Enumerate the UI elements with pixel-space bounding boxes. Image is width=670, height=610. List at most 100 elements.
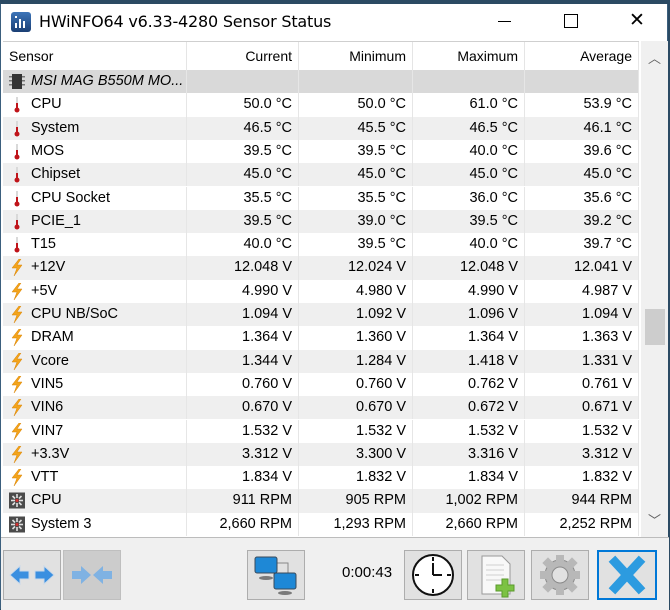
sensor-row[interactable]: System 46.5 °C 45.5 °C 46.5 °C 46.1 °C bbox=[3, 116, 639, 140]
sensor-name-cell: VIN6 bbox=[3, 396, 187, 420]
sensor-name-cell: +5V bbox=[3, 279, 187, 303]
value-current: 39.5 °C bbox=[187, 209, 299, 234]
expand-columns-button[interactable] bbox=[3, 550, 61, 600]
sensor-name: VTT bbox=[31, 469, 59, 486]
sensor-row[interactable]: CPU NB/SoC 1.094 V 1.092 V 1.096 V 1.094 V bbox=[3, 303, 639, 327]
value-minimum: 1.284 V bbox=[299, 349, 413, 373]
sensor-row[interactable]: VIN7 1.532 V 1.532 V 1.532 V 1.532 V bbox=[3, 419, 639, 443]
close-sensors-button[interactable] bbox=[597, 550, 657, 600]
title-bar[interactable]: HWiNFO64 v6.33-4280 Sensor Status ✕ bbox=[1, 4, 667, 41]
value-average: 1.532 V bbox=[525, 419, 639, 443]
sensor-group-row[interactable]: MSI MAG B550M MO... bbox=[3, 70, 639, 94]
sensor-row[interactable]: VIN5 0.760 V 0.760 V 0.762 V 0.761 V bbox=[3, 372, 639, 397]
sensor-name: DRAM bbox=[31, 329, 74, 346]
sensor-row[interactable]: PCIE_1 39.5 °C 39.0 °C 39.5 °C 39.2 °C bbox=[3, 209, 639, 234]
add-log-icon bbox=[481, 555, 515, 598]
value-average: 0.671 V bbox=[525, 396, 639, 420]
sensor-row[interactable]: Chipset 45.0 °C 45.0 °C 45.0 °C 45.0 °C bbox=[3, 163, 639, 187]
sensor-row[interactable]: T15 40.0 °C 39.5 °C 40.0 °C 39.7 °C bbox=[3, 233, 639, 257]
hwinfo-app-icon bbox=[11, 12, 31, 32]
network-button[interactable] bbox=[247, 550, 305, 600]
sensor-name: Chipset bbox=[31, 166, 81, 183]
value-current: 1.834 V bbox=[187, 466, 299, 490]
sensor-row[interactable]: Vcore 1.344 V 1.284 V 1.418 V 1.331 V bbox=[3, 349, 639, 373]
column-header-current[interactable]: Current bbox=[187, 42, 299, 70]
value-average: 39.2 °C bbox=[525, 209, 639, 234]
sensor-name: MOS bbox=[31, 142, 65, 159]
column-header-sensor[interactable]: Sensor bbox=[3, 42, 187, 70]
sensor-row[interactable]: VTT 1.834 V 1.832 V 1.834 V 1.832 V bbox=[3, 466, 639, 490]
sensor-row[interactable]: +12V 12.048 V 12.024 V 12.048 V 12.041 V bbox=[3, 256, 639, 280]
sensor-name-cell: MOS bbox=[3, 139, 187, 164]
sensor-row[interactable]: +3.3V 3.312 V 3.300 V 3.316 V 3.312 V bbox=[3, 442, 639, 467]
sensor-row[interactable]: System 3 2,660 RPM 1,293 RPM 2,660 RPM 2,252… bbox=[3, 512, 639, 536]
value-maximum: 45.0 °C bbox=[413, 163, 525, 187]
scroll-up-button[interactable]: ︿ bbox=[641, 49, 668, 71]
value-maximum bbox=[413, 70, 525, 94]
value-maximum: 61.0 °C bbox=[413, 93, 525, 117]
sensor-name: VIN6 bbox=[31, 399, 64, 416]
maximize-icon bbox=[564, 14, 578, 28]
column-header-maximum[interactable]: Maximum bbox=[413, 42, 525, 70]
value-maximum: 39.5 °C bbox=[413, 209, 525, 234]
settings-button[interactable] bbox=[531, 550, 589, 600]
value-maximum: 36.0 °C bbox=[413, 186, 525, 210]
value-average: 3.312 V bbox=[525, 442, 639, 467]
sensor-name-cell: CPU bbox=[3, 489, 187, 513]
sensor-name: VIN5 bbox=[31, 375, 64, 392]
sensor-name-cell: Vcore bbox=[3, 349, 187, 373]
network-computers-icon bbox=[254, 556, 297, 595]
value-minimum: 50.0 °C bbox=[299, 93, 413, 117]
vertical-scrollbar[interactable]: ︿ ﹀ bbox=[641, 41, 668, 537]
sensor-name-cell: CPU bbox=[3, 93, 187, 117]
value-average bbox=[525, 70, 639, 94]
sensor-name: +5V bbox=[31, 282, 58, 299]
value-current: 46.5 °C bbox=[187, 116, 299, 140]
sensor-row[interactable]: VIN6 0.670 V 0.670 V 0.672 V 0.671 V bbox=[3, 396, 639, 420]
value-current: 911 RPM bbox=[187, 489, 299, 513]
close-window-button[interactable]: ✕ bbox=[613, 4, 659, 38]
table-header: Sensor Current Minimum Maximum Average bbox=[3, 42, 639, 70]
reset-clock-button[interactable] bbox=[404, 550, 462, 600]
sensor-row[interactable]: MOS 39.5 °C 39.5 °C 40.0 °C 39.6 °C bbox=[3, 139, 639, 164]
sensor-row[interactable]: CPU 50.0 °C 50.0 °C 61.0 °C 53.9 °C bbox=[3, 93, 639, 117]
sensor-row[interactable]: CPU Socket 35.5 °C 35.5 °C 36.0 °C 35.6 °C bbox=[3, 186, 639, 210]
minimize-button[interactable] bbox=[481, 4, 527, 38]
value-maximum: 1.096 V bbox=[413, 303, 525, 327]
value-maximum: 40.0 °C bbox=[413, 233, 525, 257]
sensor-row[interactable]: CPU 911 RPM 905 RPM 1,002 RPM 944 RPM bbox=[3, 489, 639, 513]
scroll-down-button[interactable]: ﹀ bbox=[641, 511, 668, 533]
value-current: 40.0 °C bbox=[187, 233, 299, 257]
value-minimum: 3.300 V bbox=[299, 442, 413, 467]
value-average: 53.9 °C bbox=[525, 93, 639, 117]
value-minimum: 39.5 °C bbox=[299, 233, 413, 257]
value-maximum: 4.990 V bbox=[413, 279, 525, 303]
value-current: 0.760 V bbox=[187, 372, 299, 397]
blue-x-icon bbox=[608, 555, 646, 595]
sensor-name-cell: MSI MAG B550M MO... bbox=[3, 70, 187, 94]
collapse-columns-button[interactable] bbox=[63, 550, 121, 600]
value-average: 1.363 V bbox=[525, 326, 639, 350]
sensor-row[interactable]: DRAM 1.364 V 1.360 V 1.364 V 1.363 V bbox=[3, 326, 639, 350]
value-average: 0.761 V bbox=[525, 372, 639, 397]
value-minimum: 905 RPM bbox=[299, 489, 413, 513]
sensor-name: T15 bbox=[31, 236, 56, 253]
sensor-name-cell: CPU Socket bbox=[3, 186, 187, 210]
chevron-down-icon: ﹀ bbox=[647, 514, 661, 529]
value-minimum: 1,293 RPM bbox=[299, 512, 413, 536]
value-average: 46.1 °C bbox=[525, 116, 639, 140]
sensor-row[interactable]: +5V 4.990 V 4.980 V 4.990 V 4.987 V bbox=[3, 279, 639, 303]
maximize-button[interactable] bbox=[547, 4, 593, 38]
sensor-name: Vcore bbox=[31, 352, 69, 369]
column-header-average[interactable]: Average bbox=[525, 42, 639, 70]
value-maximum: 1.532 V bbox=[413, 419, 525, 443]
value-maximum: 1.418 V bbox=[413, 349, 525, 373]
value-minimum: 1.360 V bbox=[299, 326, 413, 350]
column-header-minimum[interactable]: Minimum bbox=[299, 42, 413, 70]
value-maximum: 40.0 °C bbox=[413, 139, 525, 164]
value-minimum: 12.024 V bbox=[299, 256, 413, 280]
value-current: 45.0 °C bbox=[187, 163, 299, 187]
value-current: 1.094 V bbox=[187, 303, 299, 327]
scrollbar-thumb[interactable] bbox=[645, 309, 665, 345]
logging-button[interactable] bbox=[467, 550, 525, 600]
